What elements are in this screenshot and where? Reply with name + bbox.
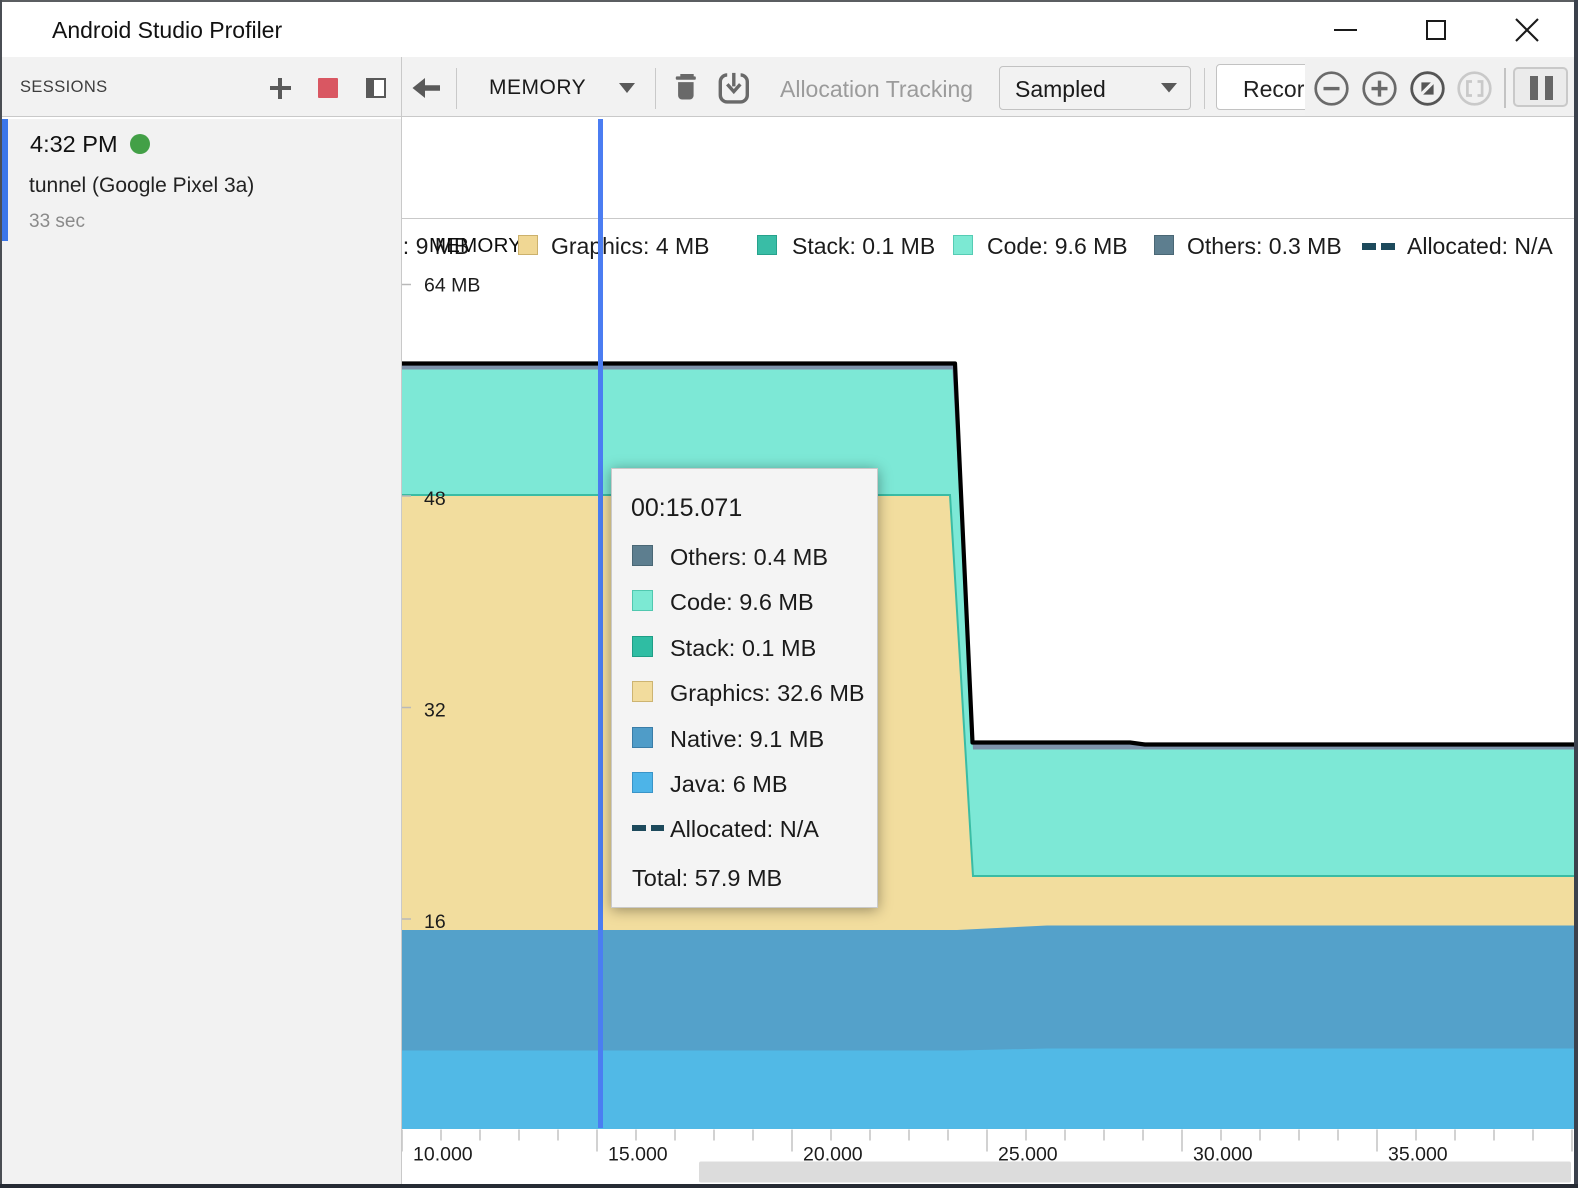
svg-text:10.000: 10.000	[413, 1143, 473, 1165]
svg-text:32: 32	[424, 699, 446, 721]
svg-text:15.000: 15.000	[608, 1143, 668, 1165]
svg-text:64 MB: 64 MB	[424, 274, 480, 296]
svg-text:48: 48	[424, 488, 446, 510]
svg-text:16: 16	[424, 911, 446, 933]
